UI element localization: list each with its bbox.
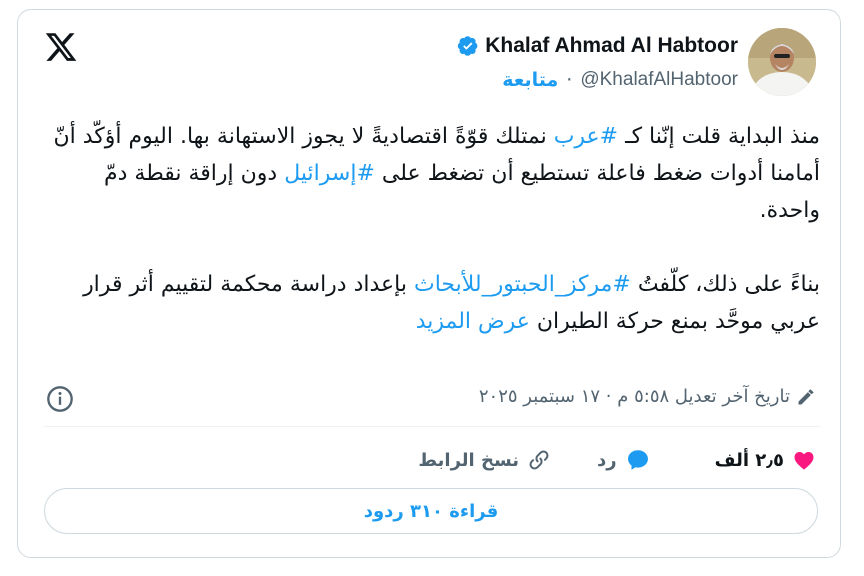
author-name[interactable]: Khalaf Ahmad Al Habtoor	[485, 34, 738, 58]
author-name-row: Khalaf Ahmad Al Habtoor	[457, 34, 738, 58]
show-more-link[interactable]: عرض المزيد	[416, 309, 530, 334]
like-count: ٢٫٥ ألف	[714, 449, 784, 471]
author-handle[interactable]: @KhalafAlHabtoor	[580, 69, 738, 91]
hashtag-link[interactable]: #مركز_الحبتور_للأبحاث	[414, 272, 631, 297]
author-handle-row: متابعة · @KhalafAlHabtoor	[502, 69, 738, 91]
separator-dot: ·	[566, 69, 573, 91]
follow-button[interactable]: متابعة	[502, 69, 558, 91]
copy-link-button[interactable]: نسخ الرابط	[418, 448, 551, 472]
verified-badge-icon	[458, 36, 478, 56]
hashtag-link[interactable]: #عرب	[554, 124, 618, 149]
tweet-text: منذ البداية قلت إنّنا كـ #عرب نمتلك قوّة…	[44, 118, 821, 340]
hashtag-link[interactable]: #إسرائيل	[284, 161, 375, 186]
timestamp[interactable]: تاريخ آخر تعديل ٥:٥٨ م · ١٧ سبتمبر ٢٠٢٥	[479, 386, 790, 407]
x-logo-icon[interactable]	[44, 30, 78, 64]
tweet-paragraph-1: منذ البداية قلت إنّنا كـ #عرب نمتلك قوّة…	[44, 118, 821, 229]
tweet-text-segment: منذ البداية قلت إنّنا كـ	[618, 124, 820, 149]
copy-link-label: نسخ الرابط	[418, 449, 520, 471]
read-replies-label: قراءة ٣١٠ ردود	[363, 500, 499, 522]
reply-button[interactable]: رد	[597, 447, 651, 473]
like-button[interactable]: ٢٫٥ ألف	[715, 448, 816, 472]
info-icon[interactable]	[46, 385, 74, 413]
reply-label: رد	[597, 449, 617, 471]
avatar[interactable]	[748, 28, 816, 96]
timestamp-row: تاريخ آخر تعديل ٥:٥٨ م · ١٧ سبتمبر ٢٠٢٥	[479, 386, 816, 407]
tweet-text-segment: بناءً على ذلك، كلّفتُ	[630, 272, 820, 297]
divider	[44, 426, 820, 427]
read-replies-button[interactable]: قراءة ٣١٠ ردود	[44, 488, 818, 534]
link-icon	[529, 450, 549, 470]
edit-pencil-icon	[798, 389, 814, 404]
tweet-paragraph-2: بناءً على ذلك، كلّفتُ #مركز_الحبتور_للأب…	[44, 266, 820, 340]
reply-bubble-icon	[627, 450, 648, 470]
action-bar: ٢٫٥ ألف رد نسخ الرابط	[418, 440, 816, 480]
heart-icon	[794, 452, 814, 470]
